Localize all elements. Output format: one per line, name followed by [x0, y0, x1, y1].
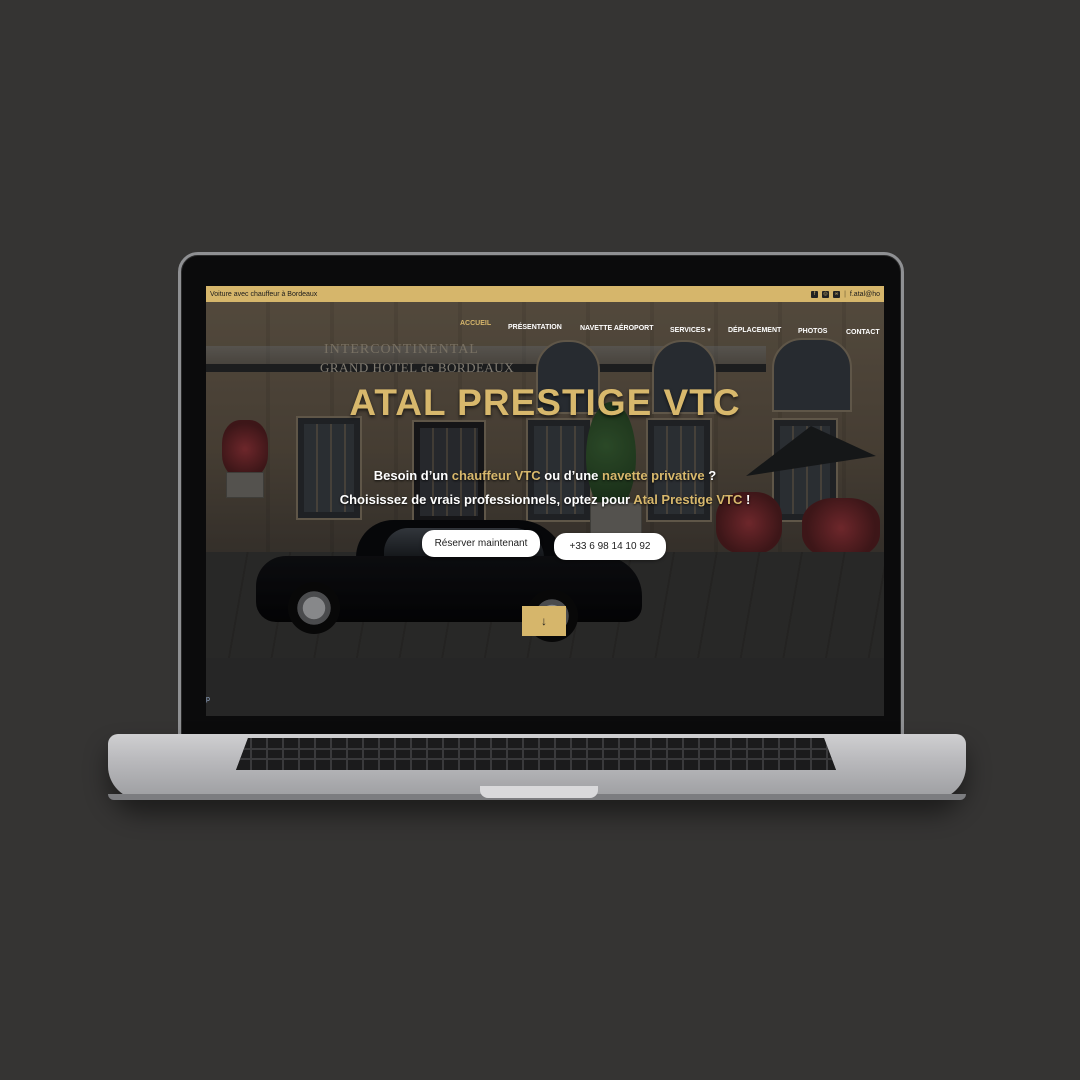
hero-text: ! [742, 492, 751, 507]
email-link[interactable]: f.atal@ho [850, 291, 880, 298]
browser-viewport: Voiture avec chauffeur à Bordeaux f ◎ ∞ … [206, 286, 884, 716]
nav-item-deplacement[interactable]: DÉPLACEMENT [728, 327, 781, 334]
hero-highlight: navette privative [602, 468, 705, 483]
laptop-keyboard [236, 738, 836, 770]
hero-subtitle-line-1: Besoin d’un chauffeur VTC ou d’une navet… [206, 468, 884, 483]
phone-button[interactable]: +33 6 98 14 10 92 [554, 533, 666, 560]
topbar-divider: | [844, 290, 846, 298]
topbar-right: f ◎ ∞ | f.atal@ho [811, 290, 880, 298]
hero-text: Besoin d’un [373, 468, 452, 483]
nav-item-photos[interactable]: PHOTOS [798, 328, 827, 335]
laptop-opening-notch [480, 786, 598, 798]
nav-item-contact[interactable]: CONTACT [846, 329, 880, 336]
nav-item-presentation[interactable]: PRÉSENTATION [508, 324, 562, 331]
facebook-icon[interactable]: f [811, 290, 819, 298]
hero-text: Choisissez de vrais professionnels, opte… [339, 492, 634, 507]
hero-subtitle-line-2: Choisissez de vrais professionnels, opte… [206, 492, 884, 507]
reserve-now-button[interactable]: Réserver maintenant [422, 530, 540, 557]
hero-section: INTERCONTINENTAL GRAND HOTEL de BORDEAUX… [206, 302, 884, 658]
instagram-icon[interactable]: ◎ [822, 290, 830, 298]
arrow-down-icon: ↓ [541, 614, 547, 628]
scroll-down-button[interactable]: ↓ [522, 606, 566, 636]
nav-item-services[interactable]: SERVICES ▾ [670, 326, 711, 334]
top-info-bar: Voiture avec chauffeur à Bordeaux f ◎ ∞ … [206, 286, 884, 302]
footer-hint: p [206, 696, 210, 703]
tripadvisor-icon[interactable]: ∞ [833, 290, 841, 298]
below-hero-section [206, 658, 884, 716]
hero-highlight: chauffeur VTC [451, 468, 541, 483]
hero-text: ou d’une [540, 468, 603, 483]
nav-item-services-label: SERVICES [670, 327, 706, 334]
nav-item-navette-aeroport[interactable]: NAVETTE AÉROPORT [580, 325, 654, 332]
nav-item-accueil[interactable]: ACCUEIL [460, 320, 491, 327]
hero-highlight: Atal Prestige VTC [633, 492, 743, 507]
tagline-text: Voiture avec chauffeur à Bordeaux [210, 290, 318, 298]
hero-title: ATAL PRESTIGE VTC [349, 382, 741, 423]
chevron-down-icon: ▾ [707, 327, 711, 334]
hero-text: ? [704, 468, 717, 483]
